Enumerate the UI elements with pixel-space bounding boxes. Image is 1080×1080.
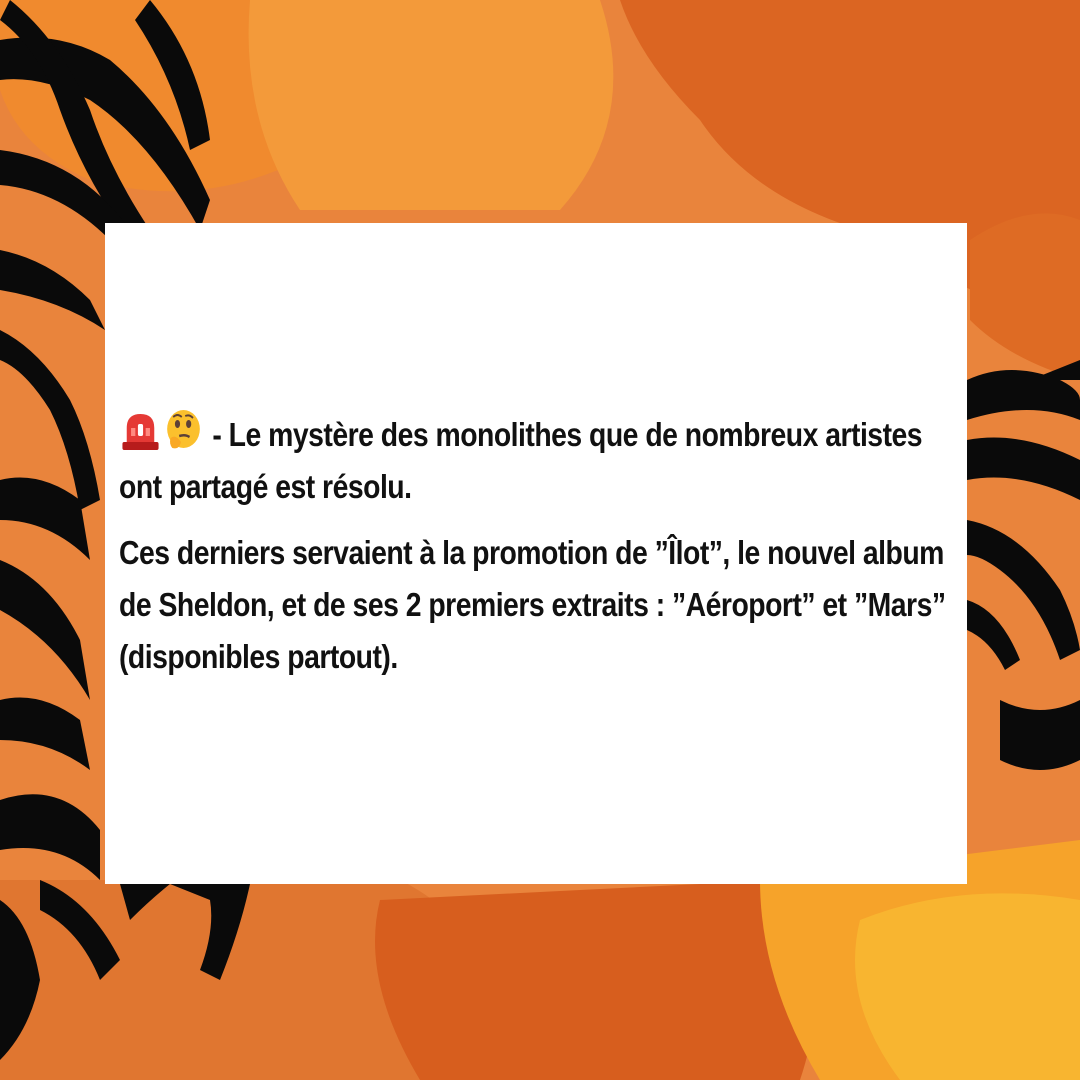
text-card: - Le mystère des monolithes que de nombr…	[105, 223, 967, 884]
thinking-face-icon	[162, 408, 205, 452]
siren-icon	[119, 408, 162, 452]
headline: - Le mystère des monolithes que de nombr…	[119, 408, 955, 513]
headline-text: - Le mystère des monolithes que de nombr…	[119, 416, 923, 505]
body-text: Ces derniers servaient à la promotion de…	[119, 534, 946, 675]
